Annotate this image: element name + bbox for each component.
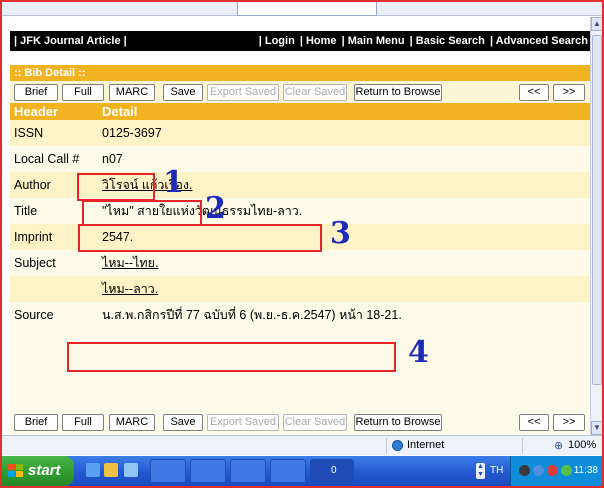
annotation-number-3: 3 bbox=[330, 216, 351, 251]
language-indicator[interactable]: ▲ ▼ TH bbox=[474, 456, 510, 486]
start-button[interactable]: start bbox=[2, 456, 74, 486]
row-label: Title bbox=[14, 204, 38, 218]
address-bar-stub[interactable] bbox=[237, 2, 377, 16]
row-label: Source bbox=[14, 308, 54, 322]
clear-saved-button[interactable]: Clear Saved bbox=[283, 414, 347, 431]
detail-column-label: Detail bbox=[102, 104, 138, 119]
status-divider bbox=[386, 438, 387, 454]
taskbar-button[interactable] bbox=[150, 459, 186, 483]
scroll-up-icon[interactable]: ▲ bbox=[591, 17, 603, 31]
taskbar-button[interactable] bbox=[270, 459, 306, 483]
row-value: n07 bbox=[102, 152, 123, 166]
windows-flag-icon bbox=[8, 464, 23, 478]
page-viewport: | JFK Journal Article | | Login | Home |… bbox=[2, 17, 590, 435]
save-button[interactable]: Save bbox=[163, 414, 203, 431]
table-row: Author วิโรจน์ แก้วเรือง. bbox=[10, 172, 590, 198]
zoom-icon: ⊕ bbox=[554, 440, 564, 452]
nav-link-basic-search[interactable]: | Basic Search bbox=[410, 35, 485, 47]
table-row: Local Call # n07 bbox=[10, 146, 590, 172]
status-divider bbox=[522, 438, 523, 454]
table-row: Imprint 2547. bbox=[10, 224, 590, 250]
annotation-number-4: 4 bbox=[408, 335, 429, 370]
browser-status-bar: Internet ⊕ 100% bbox=[2, 435, 602, 455]
browser-toolbar-strip bbox=[2, 2, 602, 16]
nav-link-advanced-search[interactable]: | Advanced Search bbox=[490, 35, 588, 47]
save-button[interactable]: Save bbox=[163, 84, 203, 101]
site-title: | JFK Journal Article | bbox=[14, 35, 127, 47]
subject-link[interactable]: ไหม--ไทย. bbox=[102, 250, 158, 276]
table-row: ไหม--ลาว. bbox=[10, 276, 590, 302]
clock[interactable]: 11:38 bbox=[574, 456, 598, 486]
top-navigation-bar: | JFK Journal Article | | Login | Home |… bbox=[10, 31, 590, 51]
vertical-scrollbar[interactable]: ▲ ▼ bbox=[590, 17, 603, 435]
scrollbar-thumb[interactable] bbox=[592, 35, 602, 385]
bib-toolbar-bottom: Brief Full MARC Save Export Saved Clear … bbox=[10, 411, 590, 435]
prev-record-button[interactable]: << bbox=[519, 84, 549, 101]
nav-link-login[interactable]: | Login bbox=[259, 35, 295, 47]
quicklaunch-icon[interactable] bbox=[124, 463, 138, 477]
nav-link-main-menu[interactable]: | Main Menu bbox=[342, 35, 405, 47]
zoom-level[interactable]: 100% bbox=[568, 439, 596, 451]
brief-button[interactable]: Brief bbox=[14, 414, 58, 431]
taskbar-button-label: 0 bbox=[331, 465, 337, 476]
taskbar-button[interactable] bbox=[190, 459, 226, 483]
row-label: Local Call # bbox=[14, 152, 80, 166]
bib-detail-panel: :: Bib Detail :: Brief Full MARC Save Ex… bbox=[10, 65, 590, 435]
ie-icon[interactable] bbox=[86, 463, 100, 477]
row-value: "ไหม" สายใยแห่งวัฒนธรรมไทย-ลาว. bbox=[102, 204, 303, 218]
taskbar-button[interactable] bbox=[230, 459, 266, 483]
detail-table-header: Header Detail bbox=[10, 103, 590, 120]
nav-link-home[interactable]: | Home bbox=[300, 35, 337, 47]
table-row: Source น.ส.พ.กสิกรปีที่ 77 ฉบับที่ 6 (พ.… bbox=[10, 302, 590, 328]
annotation-number-2: 2 bbox=[205, 191, 226, 226]
table-row: ISSN 0125-3697 bbox=[10, 120, 590, 146]
table-row: Title "ไหม" สายใยแห่งวัฒนธรรมไทย-ลาว. bbox=[10, 198, 590, 224]
taskbar-button-active[interactable]: 0 bbox=[310, 459, 354, 483]
scroll-down-icon[interactable]: ▼ bbox=[591, 421, 603, 435]
header-column-label: Header bbox=[14, 104, 59, 119]
tray-icon[interactable] bbox=[547, 465, 558, 476]
security-zone-label: Internet bbox=[407, 439, 445, 451]
windows-taskbar: start 0 ▲ ▼ TH 11:38 bbox=[2, 456, 602, 486]
row-label: Imprint bbox=[14, 230, 53, 244]
speaker-icon[interactable] bbox=[533, 465, 544, 476]
network-icon[interactable] bbox=[519, 465, 530, 476]
export-saved-button[interactable]: Export Saved bbox=[207, 414, 279, 431]
subject-link[interactable]: ไหม--ลาว. bbox=[102, 276, 158, 302]
globe-icon bbox=[392, 440, 403, 451]
bib-detail-title: :: Bib Detail :: bbox=[10, 65, 590, 81]
table-row: Subject ไหม--ไทย. bbox=[10, 250, 590, 276]
tray-icon[interactable] bbox=[561, 465, 572, 476]
next-record-button[interactable]: >> bbox=[553, 414, 585, 431]
return-to-browse-button[interactable]: Return to Browse bbox=[354, 84, 442, 101]
annotation-number-1: 1 bbox=[163, 165, 184, 200]
folder-icon[interactable] bbox=[104, 463, 118, 477]
nav-links: | Login | Home | Main Menu | Basic Searc… bbox=[257, 31, 588, 51]
full-button[interactable]: Full bbox=[62, 414, 104, 431]
language-arrows-icon[interactable]: ▲ ▼ bbox=[476, 463, 485, 479]
system-tray: 11:38 bbox=[510, 456, 602, 486]
full-button[interactable]: Full bbox=[62, 84, 104, 101]
row-value: 2547. bbox=[102, 230, 134, 244]
prev-record-button[interactable]: << bbox=[519, 414, 549, 431]
row-value: 0125-3697 bbox=[102, 126, 162, 140]
clear-saved-button[interactable]: Clear Saved bbox=[283, 84, 347, 101]
language-label: TH bbox=[490, 465, 504, 476]
next-record-button[interactable]: >> bbox=[553, 84, 585, 101]
row-label: ISSN bbox=[14, 126, 44, 140]
row-value: น.ส.พ.กสิกรปีที่ 77 ฉบับที่ 6 (พ.ย.-ธ.ค.… bbox=[102, 308, 402, 322]
annotation-box-4 bbox=[67, 342, 396, 372]
start-label: start bbox=[28, 462, 61, 479]
row-label: Subject bbox=[14, 256, 56, 270]
export-saved-button[interactable]: Export Saved bbox=[207, 84, 279, 101]
brief-button[interactable]: Brief bbox=[14, 84, 58, 101]
marc-button[interactable]: MARC bbox=[109, 84, 155, 101]
return-to-browse-button[interactable]: Return to Browse bbox=[354, 414, 442, 431]
bib-toolbar-top: Brief Full MARC Save Export Saved Clear … bbox=[10, 81, 590, 103]
row-label: Author bbox=[14, 178, 51, 192]
marc-button[interactable]: MARC bbox=[109, 414, 155, 431]
